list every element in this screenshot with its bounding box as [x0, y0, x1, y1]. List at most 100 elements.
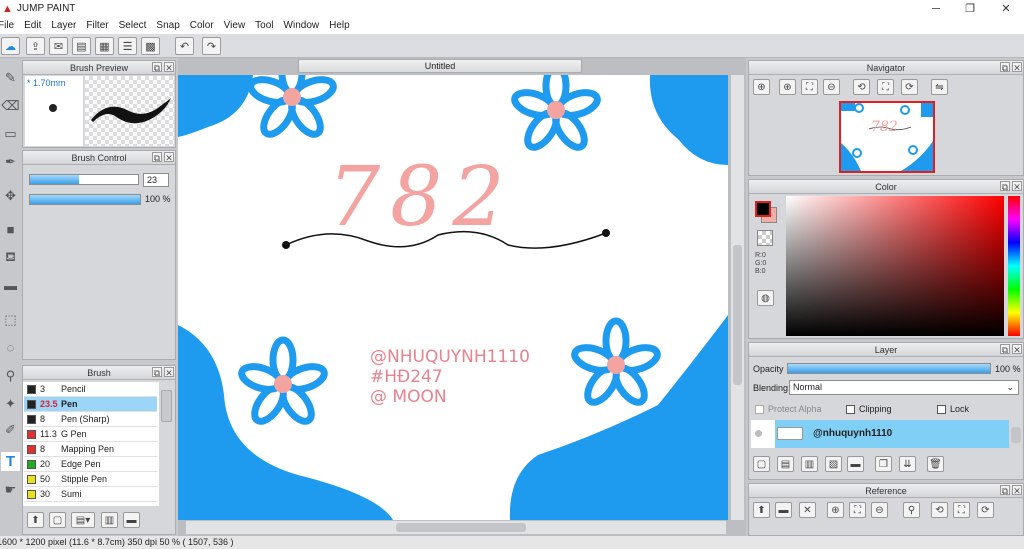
- duplicate-layer-icon[interactable]: ❐: [875, 456, 892, 472]
- document-icon[interactable]: ▦: [95, 37, 114, 55]
- menu-filter[interactable]: Filter: [86, 20, 108, 31]
- brush-copy-icon[interactable]: ▥: [101, 512, 118, 528]
- brush-list-scrollbar[interactable]: [161, 390, 172, 422]
- reference-reset-icon[interactable]: ⛶: [953, 502, 970, 518]
- vertical-scrollbar[interactable]: [731, 75, 744, 520]
- protect-alpha-checkbox[interactable]: Protect Alpha: [755, 404, 822, 415]
- menu-file[interactable]: File: [0, 20, 14, 31]
- panel-close-icon[interactable]: ✕: [1012, 344, 1022, 355]
- panel-detach-icon[interactable]: ⧉: [1000, 344, 1010, 355]
- maximize-button[interactable]: ❐: [952, 0, 988, 17]
- menu-edit[interactable]: Edit: [24, 20, 41, 31]
- merge-layer-icon[interactable]: ⇊: [899, 456, 916, 472]
- transparent-color-swatch[interactable]: [757, 230, 773, 246]
- menu-view[interactable]: View: [224, 20, 246, 31]
- layer-list-scrollbar[interactable]: [1011, 427, 1021, 443]
- brush-tool-icon[interactable]: ✎: [1, 68, 20, 87]
- rotate-reset-icon[interactable]: ⛶: [877, 79, 894, 95]
- hue-slider[interactable]: [1008, 196, 1020, 336]
- layer-opacity-slider[interactable]: [787, 363, 991, 374]
- shape-tool-icon[interactable]: ■: [1, 220, 20, 239]
- panel-detach-icon[interactable]: ⧉: [1000, 485, 1010, 496]
- panel-detach-icon[interactable]: ⧉: [1000, 62, 1010, 73]
- panel-close-icon[interactable]: ✕: [164, 62, 174, 73]
- eraser-tool-icon[interactable]: ⌫: [1, 96, 20, 115]
- menu-layer[interactable]: Layer: [51, 20, 76, 31]
- brush-new-icon[interactable]: ▢: [49, 512, 66, 528]
- reference-open-icon[interactable]: ▬: [775, 502, 792, 518]
- reference-add-icon[interactable]: ⬆: [753, 502, 770, 518]
- lock-checkbox[interactable]: Lock: [937, 404, 969, 415]
- brush-opacity-slider[interactable]: [29, 194, 141, 205]
- panel-detach-icon[interactable]: ⧉: [1000, 181, 1010, 192]
- reference-rotate-right-icon[interactable]: ⟳: [977, 502, 994, 518]
- brush-list-item[interactable]: 3 Pencil: [24, 382, 157, 397]
- panel-detach-icon[interactable]: ⧉: [152, 367, 162, 378]
- list-icon[interactable]: ☰: [118, 37, 137, 55]
- brush-add-icon[interactable]: ⬆: [27, 512, 44, 528]
- reference-close-icon[interactable]: ✕: [799, 502, 816, 518]
- brush-list-item[interactable]: 20 Edge Pen: [24, 457, 157, 472]
- brush-list-item[interactable]: 30 Sumi: [24, 487, 157, 502]
- text-tool-icon[interactable]: T: [1, 452, 20, 471]
- brush-size-slider[interactable]: [29, 174, 139, 185]
- menu-select[interactable]: Select: [119, 20, 147, 31]
- zoom-out-icon[interactable]: ⊖: [823, 79, 840, 95]
- saturation-value-picker[interactable]: [786, 196, 1004, 336]
- brush-size-input[interactable]: 23: [143, 173, 169, 187]
- lasso-tool-icon[interactable]: ◌: [1, 338, 20, 357]
- panel-detach-icon[interactable]: ⧉: [152, 152, 162, 163]
- close-button[interactable]: ✕: [988, 0, 1024, 17]
- select-tool-icon[interactable]: ⬚: [1, 310, 20, 329]
- redo-icon[interactable]: ↷: [202, 37, 221, 55]
- brush-list-item[interactable]: 8 Pen (Sharp): [24, 412, 157, 427]
- horizontal-scroll-thumb[interactable]: [396, 523, 526, 532]
- bucket-tool-icon[interactable]: ⛾: [1, 248, 20, 267]
- brush-list-item[interactable]: 50 Stipple Pen: [24, 472, 157, 487]
- message-icon[interactable]: ▤: [72, 37, 91, 55]
- vertical-scroll-thumb[interactable]: [733, 245, 742, 385]
- drawing-canvas[interactable]: 782 @NHUQUYNH1110 #HĐ247 @ MOON: [178, 75, 728, 520]
- fit-icon[interactable]: ⛶: [801, 79, 818, 95]
- comment-icon[interactable]: ✉: [49, 37, 68, 55]
- panel-close-icon[interactable]: ✕: [1012, 181, 1022, 192]
- new-layer-icon[interactable]: ▢: [753, 456, 770, 472]
- rotate-right-icon[interactable]: ⟳: [901, 79, 918, 95]
- mask-layer-icon[interactable]: ▧: [825, 456, 842, 472]
- brush-list-item[interactable]: 23.5 Pen: [24, 397, 157, 412]
- panel-close-icon[interactable]: ✕: [1012, 62, 1022, 73]
- rotate-left-icon[interactable]: ⟲: [853, 79, 870, 95]
- brush-menu-icon[interactable]: ▤▾: [71, 512, 95, 528]
- reference-fit-icon[interactable]: ⛶: [849, 502, 866, 518]
- minimize-button[interactable]: ─: [918, 0, 954, 17]
- flip-icon[interactable]: ⇋: [931, 79, 948, 95]
- menu-snap[interactable]: Snap: [156, 20, 179, 31]
- panel-close-icon[interactable]: ✕: [164, 367, 174, 378]
- eyedropper-tool-icon[interactable]: ⚲: [1, 366, 20, 385]
- clipping-checkbox[interactable]: Clipping: [846, 404, 892, 415]
- palette-icon[interactable]: ◍: [757, 290, 774, 306]
- reference-zoom-in-icon[interactable]: ⊕: [827, 502, 844, 518]
- cloud-icon[interactable]: ☁: [1, 37, 20, 55]
- magic-wand-icon[interactable]: ✦: [1, 394, 20, 413]
- delete-layer-icon[interactable]: 🗑: [927, 456, 944, 472]
- reference-rotate-left-icon[interactable]: ⟲: [931, 502, 948, 518]
- panel-close-icon[interactable]: ✕: [164, 152, 174, 163]
- menu-tool[interactable]: Tool: [255, 20, 273, 31]
- panel-detach-icon[interactable]: ⧉: [152, 62, 162, 73]
- move-tool-icon[interactable]: ✥: [1, 186, 20, 205]
- layer-visibility-icon[interactable]: [755, 430, 762, 437]
- reference-zoom-out-icon[interactable]: ⊖: [871, 502, 888, 518]
- brush-folder-icon[interactable]: ▬: [123, 512, 140, 528]
- hand-tool-icon[interactable]: ☛: [1, 480, 20, 499]
- grid-icon[interactable]: ▩: [141, 37, 160, 55]
- canvas-tab[interactable]: Untitled: [298, 59, 582, 73]
- brush-list-item[interactable]: 8 Mapping Pen: [24, 442, 157, 457]
- brush-list-item[interactable]: 11.3 G Pen: [24, 427, 157, 442]
- rectangle-select-icon[interactable]: ▭: [1, 124, 20, 143]
- menu-help[interactable]: Help: [329, 20, 350, 31]
- foreground-color-swatch[interactable]: [755, 201, 771, 217]
- horizontal-scrollbar[interactable]: [186, 521, 726, 534]
- menu-color[interactable]: Color: [190, 20, 214, 31]
- reference-eyedropper-icon[interactable]: ⚲: [903, 502, 920, 518]
